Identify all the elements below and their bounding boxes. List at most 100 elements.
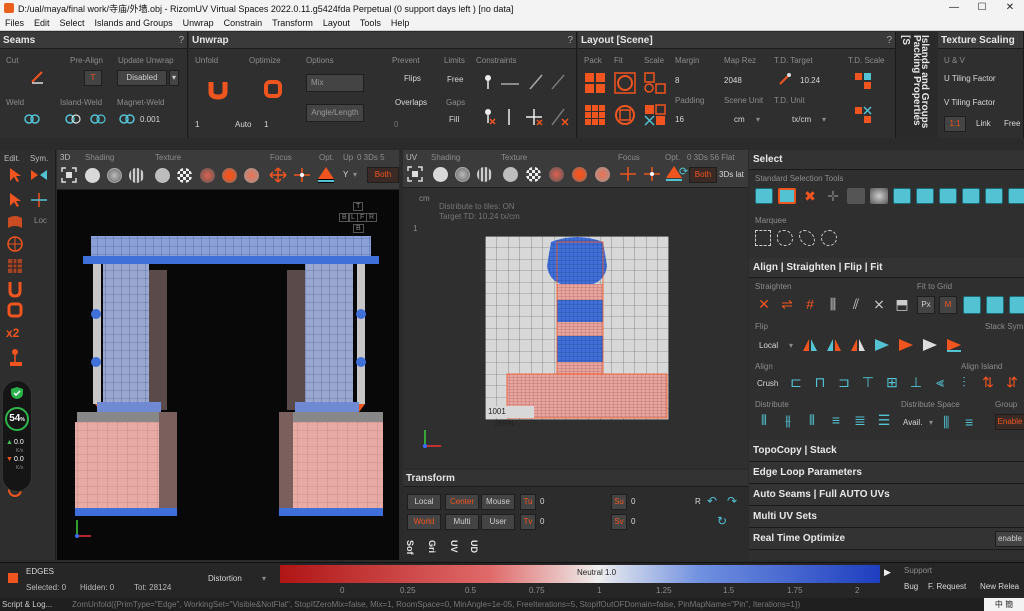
help-icon[interactable]: ? xyxy=(567,32,573,49)
select-sphere-icon[interactable] xyxy=(870,188,888,204)
texture-plain-icon[interactable] xyxy=(503,167,518,182)
shading-solid-icon[interactable] xyxy=(433,167,448,182)
prealign-button[interactable]: T xyxy=(84,70,102,86)
texture-stretch-icon[interactable] xyxy=(222,168,237,183)
focus-selection-icon[interactable] xyxy=(293,167,311,185)
options-icon[interactable] xyxy=(317,166,335,186)
marquee-circle-icon[interactable] xyxy=(821,230,837,246)
crush-button[interactable]: Crush xyxy=(757,379,778,388)
texture-plain-icon[interactable] xyxy=(155,168,170,183)
texture-checker-icon[interactable] xyxy=(177,168,192,183)
select-section-header[interactable]: Select xyxy=(749,150,1024,170)
island-weld-alt-icon[interactable] xyxy=(90,112,106,128)
marquee-rect-icon[interactable] xyxy=(755,230,771,246)
fit-icon[interactable] xyxy=(614,72,636,96)
select-ring-icon[interactable] xyxy=(962,188,980,204)
align-hcenter-icon[interactable]: ⊓ xyxy=(811,374,829,392)
select-loop-icon[interactable] xyxy=(939,188,957,204)
viewport-3d[interactable]: T B L F R B xyxy=(57,190,399,560)
rto-enable-button[interactable]: enable xyxy=(995,531,1024,547)
shading-solid-icon[interactable] xyxy=(85,168,100,183)
edge-loop-section[interactable]: Edge Loop Parameters xyxy=(749,462,1024,484)
edge-constraint-icon[interactable] xyxy=(501,79,519,89)
shading-wire-icon[interactable] xyxy=(455,167,470,182)
chevron-down-icon[interactable]: ▾ xyxy=(353,170,357,179)
menu-islands-groups[interactable]: Islands and Groups xyxy=(95,18,173,28)
fit-grid-m-button[interactable]: M xyxy=(939,296,957,314)
angle-constraint-icon[interactable] xyxy=(529,74,543,92)
frame-icon[interactable] xyxy=(61,167,77,185)
select-flipped-icon[interactable] xyxy=(985,188,1003,204)
align-island-up-icon[interactable]: ⇅ xyxy=(979,374,997,392)
overlaps-label[interactable]: Overlaps xyxy=(395,98,427,107)
sphere-select-icon[interactable] xyxy=(7,236,23,254)
straighten-square-icon[interactable]: ⬒ xyxy=(893,296,911,314)
feature-request-link[interactable]: F. Request xyxy=(928,582,966,591)
map-rez-value[interactable]: 2048 xyxy=(724,76,742,85)
tab-uv[interactable]: UV xyxy=(406,153,417,162)
update-unwrap-select[interactable]: Disabled xyxy=(117,70,167,86)
cut-icon[interactable] xyxy=(30,70,44,84)
distribute-right-icon[interactable]: ⫴ xyxy=(803,412,821,430)
padding-value[interactable]: 16 xyxy=(675,115,684,124)
loc-label[interactable]: Loc xyxy=(34,216,47,225)
edge-mode-icon[interactable] xyxy=(8,573,18,583)
menu-layout[interactable]: Layout xyxy=(323,18,350,28)
flip-b-icon[interactable] xyxy=(873,336,891,354)
unfold-iterations[interactable]: 1 xyxy=(195,120,199,129)
island-weld-icon[interactable] xyxy=(65,112,81,128)
marquee-freehand-icon[interactable] xyxy=(799,230,815,246)
menu-constrain[interactable]: Constrain xyxy=(224,18,263,28)
viewport-uv[interactable]: cm 1 Distribute to tiles: ON Target TD: … xyxy=(403,188,748,468)
chevron-down-icon[interactable]: ▾ xyxy=(756,115,760,124)
topocopy-section[interactable]: TopoCopy | Stack xyxy=(749,440,1024,462)
tv-field[interactable]: 0 xyxy=(540,517,544,526)
scale-islands-icon[interactable] xyxy=(644,104,666,128)
rotate-cw-icon[interactable]: ↷ xyxy=(727,494,737,508)
new-release-link[interactable]: New Relea xyxy=(980,582,1019,591)
user-button[interactable]: User xyxy=(481,514,515,530)
unpin-icon[interactable] xyxy=(481,108,497,128)
menu-help[interactable]: Help xyxy=(391,18,410,28)
rotate-ccw-icon[interactable]: ↶ xyxy=(707,494,717,508)
chevron-down-icon[interactable]: ▾ xyxy=(789,341,793,350)
link-toggle[interactable]: Link xyxy=(976,119,991,128)
close-icon[interactable]: ✕ xyxy=(996,0,1024,16)
align-left-icon[interactable]: ⊏ xyxy=(787,374,805,392)
focus-all-icon[interactable] xyxy=(269,167,287,185)
avail-select[interactable]: Avail. xyxy=(903,418,922,427)
select-plus-icon[interactable]: ✛ xyxy=(824,188,842,204)
flip-c-icon[interactable] xyxy=(897,336,915,354)
margin-value[interactable]: 8 xyxy=(675,76,679,85)
texture-islands-icon[interactable] xyxy=(244,168,259,183)
fit-grid-center-icon[interactable] xyxy=(986,296,1004,314)
pack-icon[interactable] xyxy=(584,72,606,96)
center-button[interactable]: Center xyxy=(445,494,479,510)
menu-edit[interactable]: Edit xyxy=(34,18,50,28)
marquee-lasso-icon[interactable] xyxy=(777,230,793,246)
flips-label[interactable]: Flips xyxy=(404,74,421,83)
space-v-icon[interactable]: ≡ xyxy=(965,414,973,430)
bug-link[interactable]: Bug xyxy=(904,582,918,591)
menu-unwrap[interactable]: Unwrap xyxy=(183,18,214,28)
real-time-optimize-section[interactable]: Real Time Optimize xyxy=(749,528,1024,550)
fit-grid-edge-icon[interactable] xyxy=(1009,296,1024,314)
focus-all-icon[interactable] xyxy=(619,166,637,184)
ime-indicator[interactable]: 中 簡 xyxy=(984,598,1024,611)
sv-field[interactable]: 0 xyxy=(631,517,635,526)
auto-seams-section[interactable]: Auto Seams | Full AUTO UVs xyxy=(749,484,1024,506)
tab-ud[interactable]: UD xyxy=(469,540,479,553)
menu-files[interactable]: Files xyxy=(5,18,24,28)
angle-clear-icon[interactable] xyxy=(551,108,569,128)
vertical-constraint-icon[interactable] xyxy=(505,108,513,128)
select-shrink-icon[interactable] xyxy=(916,188,934,204)
flip-d-icon[interactable] xyxy=(921,336,939,354)
td-unit-value[interactable]: tx/cm xyxy=(792,115,811,124)
cross-constraint-icon[interactable] xyxy=(525,108,543,128)
eyedropper-icon[interactable] xyxy=(778,72,792,88)
fit-islands-icon[interactable] xyxy=(614,104,636,128)
both-toggle[interactable]: Both xyxy=(367,167,399,183)
ratio-button[interactable]: 1:1 xyxy=(944,116,966,132)
align-bottom-icon[interactable]: ⊥ xyxy=(907,374,925,392)
u-tiling-factor[interactable]: U Tiling Factor xyxy=(944,74,996,83)
